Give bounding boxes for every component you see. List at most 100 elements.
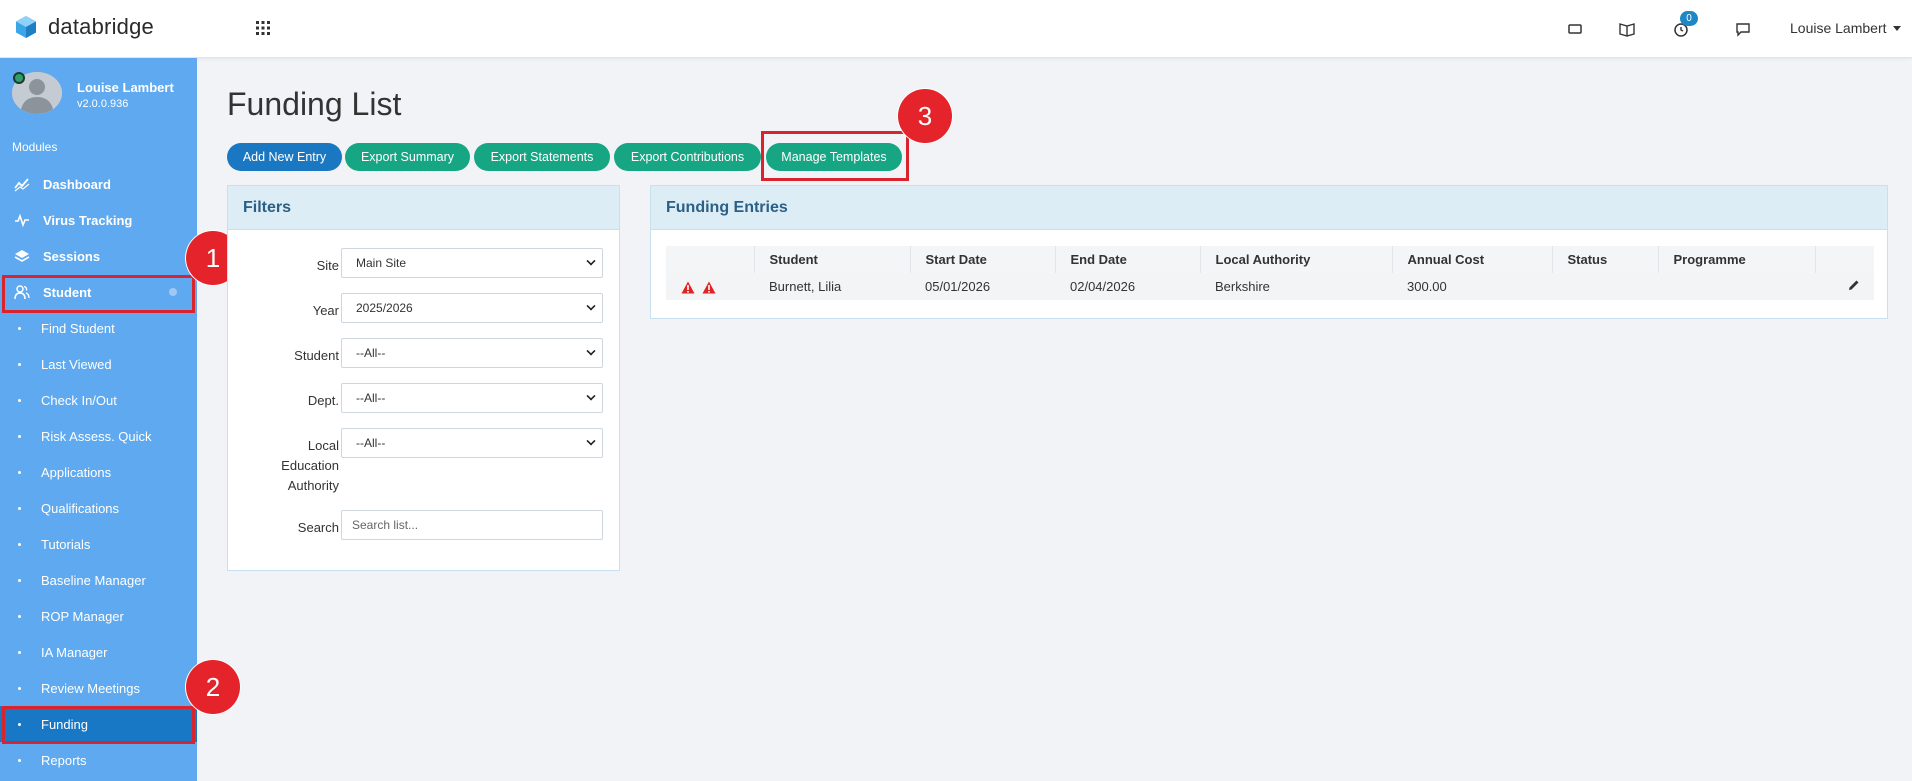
sidebar-item-risk-assess[interactable]: Risk Assess. Quick (0, 418, 197, 454)
layers-icon (14, 250, 30, 262)
sidebar-item-label: Find Student (41, 320, 115, 336)
programme-cell (1658, 273, 1815, 300)
chevron-down-icon (586, 436, 596, 446)
column-header-status[interactable]: Status (1552, 246, 1659, 273)
bullet-icon (18, 722, 21, 726)
sidebar-item-last-viewed[interactable]: Last Viewed (0, 346, 197, 382)
lea-select[interactable]: --All-- (341, 428, 603, 458)
sidebar-item-check-in-out[interactable]: Check In/Out (0, 382, 197, 418)
column-header-start-date[interactable]: Start Date (910, 246, 1056, 273)
search-input[interactable] (341, 510, 603, 540)
lea-label-line-3: Authority (287, 478, 339, 493)
sidebar-item-funding[interactable]: Funding (0, 706, 197, 742)
chat-icon[interactable] (1732, 18, 1754, 40)
site-label: Site (316, 258, 339, 273)
sidebar-item-tutorials[interactable]: Tutorials (0, 526, 197, 562)
book-icon[interactable] (1616, 18, 1638, 40)
chevron-down-icon (586, 301, 596, 311)
modules-label: Modules (12, 140, 58, 154)
warning-icon[interactable] (681, 281, 695, 294)
manage-templates-button[interactable]: Manage Templates (766, 143, 902, 171)
sidebar-item-label: Funding (41, 716, 88, 732)
sidebar-item-baseline-manager[interactable]: Baseline Manager (0, 562, 197, 598)
dept-select-value: --All-- (356, 391, 386, 405)
sidebar-item-review-meetings[interactable]: Review Meetings (0, 670, 197, 706)
lea-select-value: --All-- (356, 436, 386, 450)
filters-title: Filters (228, 186, 619, 230)
export-statements-button[interactable]: Export Statements (474, 143, 610, 171)
column-header-student[interactable]: Student (754, 246, 911, 273)
chevron-down-icon (586, 256, 596, 266)
sidebar-item-label: Applications (41, 464, 112, 480)
step-marker-3: 3 (898, 89, 952, 143)
year-select-value: 2025/2026 (356, 301, 413, 315)
sidebar-item-virus-tracking[interactable]: Virus Tracking (0, 202, 197, 238)
actions-cell (1815, 273, 1874, 300)
chart-line-icon (14, 178, 30, 192)
add-new-entry-button[interactable]: Add New Entry (227, 143, 342, 171)
databridge-logo-icon (16, 16, 36, 38)
sidebar-item-find-student[interactable]: Find Student (0, 310, 197, 346)
search-label: Search (297, 520, 339, 535)
column-header-annual-cost[interactable]: Annual Cost (1392, 246, 1553, 273)
sidebar-item-qualifications[interactable]: Qualifications (0, 490, 197, 526)
lea-label-line-2: Education (281, 458, 339, 473)
pulse-icon (15, 213, 29, 228)
sidebar-item-label: Reports (41, 752, 87, 768)
student-filter-label: Student (294, 348, 339, 363)
warning-icon[interactable] (702, 281, 716, 294)
bullet-icon (18, 542, 21, 546)
expand-indicator-icon (169, 288, 177, 296)
bullet-icon (18, 578, 21, 582)
screen-icon[interactable] (1564, 18, 1586, 40)
edit-pencil-icon[interactable] (1848, 279, 1860, 291)
sidebar-item-label: Review Meetings (41, 680, 140, 696)
end-date-cell: 02/04/2026 (1055, 273, 1200, 300)
sidebar-item-reports[interactable]: Reports (0, 742, 197, 778)
sidebar-item-sessions[interactable]: Sessions (0, 238, 197, 274)
site-select[interactable]: Main Site (341, 248, 603, 278)
sidebar-item-rop-manager[interactable]: ROP Manager (0, 598, 197, 634)
export-summary-button[interactable]: Export Summary (345, 143, 470, 171)
sidebar-item-label: Tutorials (41, 536, 91, 552)
funding-entries-panel: Funding Entries Student Start Date End D… (650, 185, 1888, 319)
table-row[interactable]: Burnett, Lilia 05/01/2026 02/04/2026 Ber… (666, 273, 1874, 300)
bullet-icon (18, 506, 21, 510)
bullet-icon (18, 758, 21, 762)
sidebar-item-applications[interactable]: Applications (0, 454, 197, 490)
funding-entries-table: Student Start Date End Date Local Author… (666, 246, 1874, 300)
user-menu-name: Louise Lambert (1790, 20, 1887, 36)
top-bar: databridge 0 Louise Lambert (0, 0, 1912, 58)
sidebar-item-student[interactable]: Student (0, 274, 197, 310)
sidebar: Louise Lambert v2.0.0.936 Modules Dashbo… (0, 58, 197, 781)
sidebar-item-label: Dashboard (43, 176, 111, 192)
sidebar-item-label: Risk Assess. Quick (41, 428, 152, 444)
sidebar-item-dashboard[interactable]: Dashboard (0, 166, 197, 202)
student-select-value: --All-- (356, 346, 386, 360)
apps-grid-icon[interactable] (255, 20, 271, 36)
status-cell (1552, 273, 1658, 300)
export-contributions-button[interactable]: Export Contributions (614, 143, 761, 171)
step-marker-2: 2 (186, 660, 240, 714)
logo[interactable]: databridge (14, 14, 154, 40)
funding-entries-title: Funding Entries (651, 186, 1887, 230)
user-menu[interactable]: Louise Lambert (1790, 20, 1901, 36)
page-title: Funding List (227, 86, 402, 122)
sidebar-item-label: Check In/Out (41, 392, 117, 408)
sidebar-item-label: ROP Manager (41, 608, 124, 624)
year-label: Year (312, 303, 339, 318)
column-header-programme[interactable]: Programme (1658, 246, 1816, 273)
bullet-icon (18, 650, 21, 654)
student-select[interactable]: --All-- (341, 338, 603, 368)
column-header-local-authority[interactable]: Local Authority (1200, 246, 1393, 273)
chevron-down-icon (586, 391, 596, 401)
warnings-cell (666, 273, 754, 300)
bullet-icon (18, 686, 21, 690)
user-profile: Louise Lambert v2.0.0.936 (10, 72, 190, 122)
column-header-end-date[interactable]: End Date (1055, 246, 1201, 273)
year-select[interactable]: 2025/2026 (341, 293, 603, 323)
sidebar-item-ia-manager[interactable]: IA Manager (0, 634, 197, 670)
sidebar-item-label: Last Viewed (41, 356, 112, 372)
app-name: databridge (48, 14, 154, 39)
dept-select[interactable]: --All-- (341, 383, 603, 413)
